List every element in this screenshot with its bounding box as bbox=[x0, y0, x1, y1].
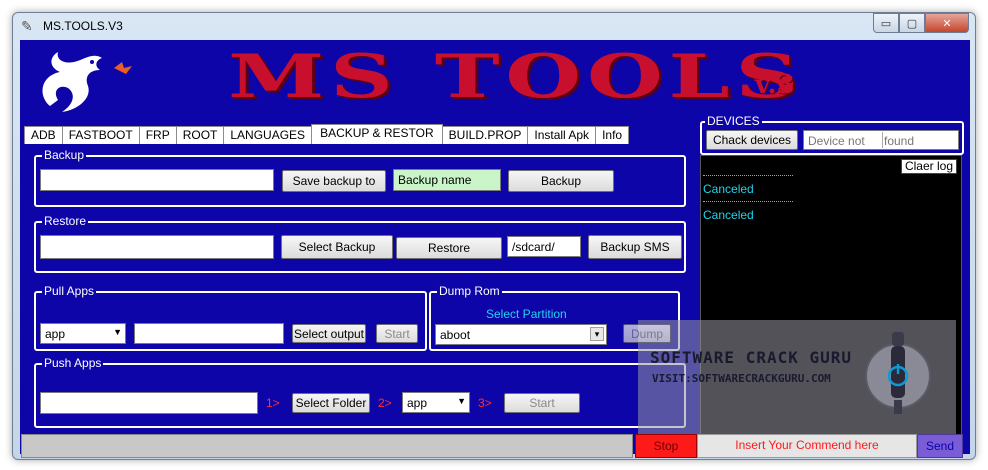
dump-button[interactable]: Dump bbox=[623, 324, 671, 343]
restore-group-title: Restore bbox=[42, 214, 89, 228]
pull-apps-select-value: app bbox=[45, 326, 66, 341]
tab-languages[interactable]: LANGUAGES bbox=[223, 126, 313, 144]
title-bar: ✎ MS.TOOLS.V3 ▭ ▢ ✕ bbox=[13, 13, 975, 39]
partition-select-value: aboot bbox=[440, 327, 471, 342]
stop-button[interactable]: Stop bbox=[635, 434, 697, 458]
restore-button[interactable]: Restore bbox=[396, 237, 502, 259]
dump-rom-group-title: Dump Rom bbox=[437, 284, 502, 298]
app-window: ✎ MS.TOOLS.V3 ▭ ▢ ✕ MS TOOLS v.3 ADB FAS… bbox=[12, 12, 976, 460]
step-1-label: 1> bbox=[266, 396, 280, 410]
pull-apps-group-title: Pull Apps bbox=[42, 284, 97, 298]
progress-bar bbox=[21, 434, 633, 458]
device-status-divider bbox=[882, 132, 883, 148]
push-folder-input[interactable] bbox=[40, 392, 258, 414]
backup-group-title: Backup bbox=[42, 148, 87, 162]
restore-group: Restore Select Backup Restore /sdcard/ B… bbox=[34, 214, 686, 273]
dragon-logo-icon bbox=[42, 52, 132, 112]
watermark-url: VISIT:SOFTWARECRACKGURU.COM bbox=[652, 372, 831, 385]
pull-apps-group: Pull Apps app ▼ Select output Start bbox=[34, 284, 427, 351]
watermark-overlay: SOFTWARE CRACK GURU VISIT:SOFTWARECRACKG… bbox=[638, 320, 956, 436]
device-status-field: Device not found bbox=[803, 130, 959, 150]
main-panel: MS TOOLS v.3 ADB FASTBOOT FRP ROOT LANGU… bbox=[20, 40, 970, 458]
check-devices-button[interactable]: Chack devices bbox=[706, 130, 798, 150]
tab-root[interactable]: ROOT bbox=[175, 126, 225, 144]
close-icon: ✕ bbox=[942, 17, 952, 30]
pull-output-input[interactable] bbox=[134, 323, 284, 344]
watermark-badge-icon bbox=[865, 332, 931, 414]
pull-apps-select[interactable]: app ▼ bbox=[40, 323, 126, 344]
window-title: MS.TOOLS.V3 bbox=[43, 19, 123, 33]
select-output-button[interactable]: Select output bbox=[292, 324, 366, 343]
log-separator bbox=[703, 201, 793, 202]
maximize-button[interactable]: ▢ bbox=[899, 13, 925, 33]
watermark-title: SOFTWARE CRACK GURU bbox=[650, 348, 853, 367]
device-status-left: Device not bbox=[808, 134, 865, 148]
backup-path-input[interactable] bbox=[40, 169, 274, 191]
tab-build-prop[interactable]: BUILD.PROP bbox=[441, 126, 529, 144]
chevron-down-icon: ▼ bbox=[457, 396, 466, 406]
push-start-button[interactable]: Start bbox=[504, 393, 580, 413]
push-apps-group: Push Apps 1> Select Folder 2> app ▼ 3> S… bbox=[34, 356, 686, 428]
pull-start-button[interactable]: Start bbox=[376, 324, 418, 343]
save-backup-to-button[interactable]: Save backup to bbox=[282, 170, 386, 192]
restore-path-input[interactable] bbox=[40, 235, 274, 259]
logo-banner: MS TOOLS v.3 bbox=[20, 40, 970, 120]
app-logo-title: MS TOOLS bbox=[228, 42, 805, 112]
tab-frp[interactable]: FRP bbox=[138, 126, 177, 144]
log-line: Canceled bbox=[703, 208, 754, 222]
tab-fastboot[interactable]: FASTBOOT bbox=[61, 126, 140, 144]
backup-sms-button[interactable]: Backup SMS bbox=[588, 235, 682, 259]
clear-log-button[interactable]: Claer log bbox=[900, 159, 957, 174]
log-line: Canceled bbox=[703, 182, 754, 196]
push-apps-select[interactable]: app ▼ bbox=[402, 392, 470, 413]
select-partition-label: Select Partition bbox=[486, 307, 567, 321]
step-3-label: 3> bbox=[478, 396, 492, 410]
app-logo-version: v.3 bbox=[755, 70, 795, 100]
partition-select[interactable]: aboot ▾ bbox=[435, 324, 607, 345]
step-2-label: 2> bbox=[378, 396, 392, 410]
sdcard-path-input[interactable]: /sdcard/ bbox=[507, 236, 581, 257]
chevron-down-icon: ▾ bbox=[590, 327, 604, 341]
chevron-down-icon: ▼ bbox=[113, 327, 122, 337]
minimize-button[interactable]: ▭ bbox=[873, 13, 899, 33]
tab-info[interactable]: Info bbox=[595, 126, 630, 144]
log-separator bbox=[703, 175, 793, 176]
minimize-icon: ▭ bbox=[880, 17, 892, 30]
tab-adb[interactable]: ADB bbox=[24, 126, 63, 144]
select-backup-button[interactable]: Select Backup bbox=[281, 235, 393, 259]
send-button[interactable]: Send bbox=[917, 434, 963, 458]
tab-backup-restore[interactable]: BACKUP & RESTOR bbox=[311, 124, 443, 144]
tab-install-apk[interactable]: Install Apk bbox=[527, 126, 597, 144]
backup-button[interactable]: Backup bbox=[508, 170, 614, 192]
backup-name-input[interactable]: Backup name bbox=[393, 169, 501, 191]
push-apps-select-value: app bbox=[407, 395, 428, 410]
devices-group: DEVICES Chack devices Device not found bbox=[700, 114, 964, 155]
tab-bar: ADB FASTBOOT FRP ROOT LANGUAGES BACKUP &… bbox=[24, 124, 630, 144]
app-icon: ✎ bbox=[21, 18, 33, 34]
command-input[interactable]: Insert Your Commend here bbox=[697, 434, 917, 458]
backup-group: Backup Save backup to Backup name Backup bbox=[34, 148, 686, 207]
select-folder-button[interactable]: Select Folder bbox=[292, 393, 370, 413]
close-button[interactable]: ✕ bbox=[925, 13, 969, 33]
maximize-icon: ▢ bbox=[906, 17, 918, 30]
device-status-right: found bbox=[884, 134, 915, 148]
devices-group-title: DEVICES bbox=[705, 114, 762, 128]
push-apps-group-title: Push Apps bbox=[42, 356, 104, 370]
window-controls: ▭ ▢ ✕ bbox=[873, 13, 969, 33]
